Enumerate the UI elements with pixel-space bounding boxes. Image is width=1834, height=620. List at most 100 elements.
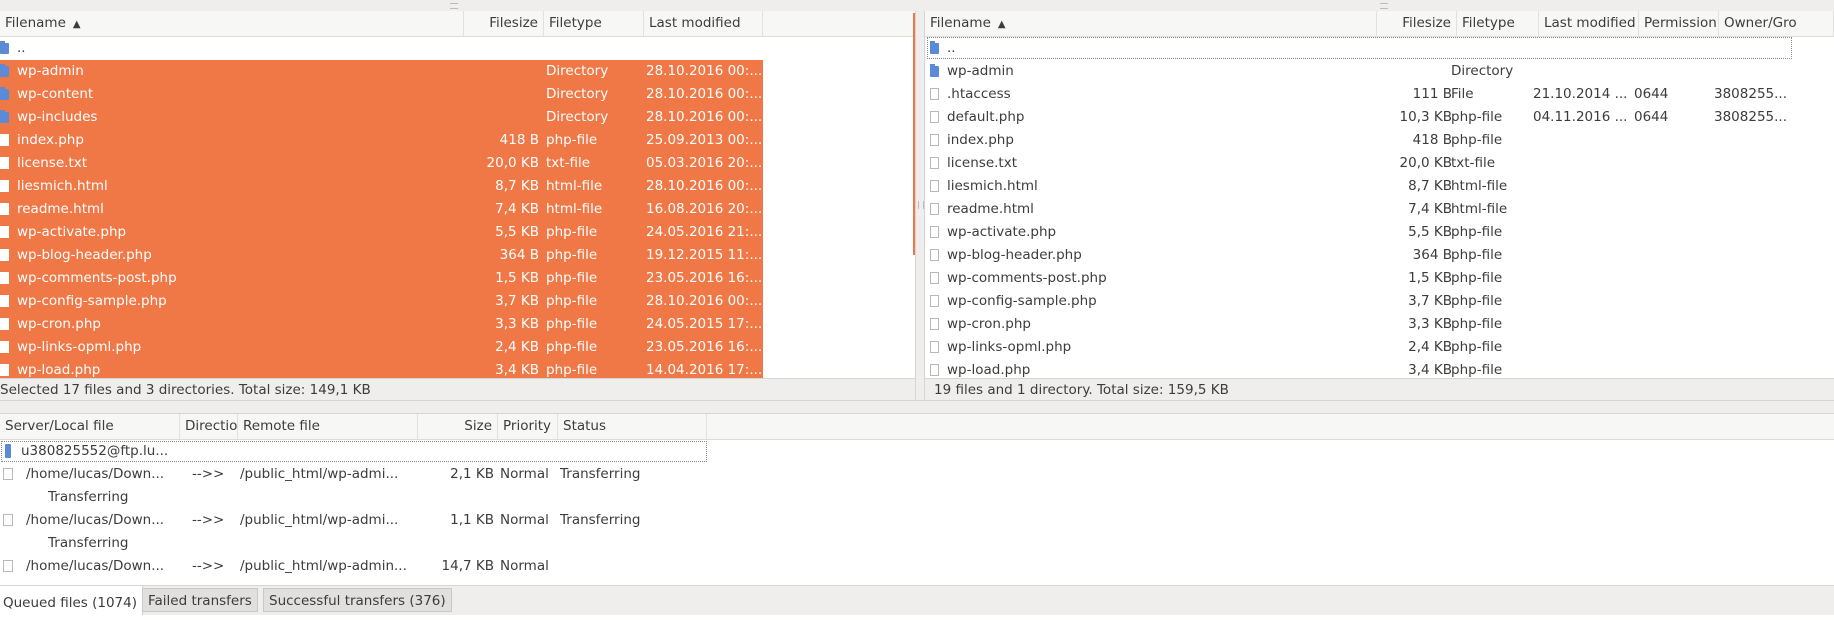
- queue-item-row[interactable]: /home/lucas/Down... -->> /public_html/wp-a…: [0, 509, 707, 532]
- file-icon: [930, 295, 939, 307]
- file-type: php-file: [1451, 247, 1503, 263]
- queue-col-status[interactable]: Status: [558, 414, 707, 439]
- remote-col-permissions[interactable]: Permission: [1639, 11, 1719, 36]
- remote-file-row[interactable]: license.txt 20,0 KB txt-file: [925, 152, 1834, 175]
- local-file-row[interactable]: wp-cron.php 3,3 KB php-file 24.05.2015 17:.…: [0, 313, 763, 336]
- remote-file-row[interactable]: wp-admin Directory: [925, 60, 1834, 83]
- queue-item-row[interactable]: /home/lucas/Down... -->> /public_html/wp-a…: [0, 463, 707, 486]
- remote-col-filesize[interactable]: Filesize: [1377, 11, 1457, 36]
- local-file-row[interactable]: liesmich.html 8,7 KB html-file 28.10.2016 0…: [0, 175, 763, 198]
- local-file-row[interactable]: license.txt 20,0 KB txt-file 05.03.2016 20:…: [0, 152, 763, 175]
- file-modified: 24.05.2015 17:...: [646, 316, 762, 332]
- remote-file-row[interactable]: readme.html 7,4 KB html-file: [925, 198, 1834, 221]
- local-file-row[interactable]: wp-activate.php 5,5 KB php-file 24.05.2016 …: [0, 221, 763, 244]
- queue-server-row[interactable]: u380825552@ftp.lu...: [0, 440, 707, 463]
- local-file-row[interactable]: wp-blog-header.php 364 B php-file 19.12.201…: [0, 244, 763, 267]
- remote-file-row[interactable]: wp-blog-header.php 364 Bphp-file: [925, 244, 1834, 267]
- file-modified: 23.05.2016 16:...: [646, 270, 762, 286]
- local-file-row[interactable]: wp-admin Directory 28.10.2016 00:...: [0, 60, 763, 83]
- folder-icon: [0, 41, 9, 54]
- remote-file-row[interactable]: wp-comments-post.php 1,5 KB php-file: [925, 267, 1834, 290]
- local-file-row[interactable]: ..: [0, 37, 915, 60]
- local-file-row[interactable]: readme.html 7,4 KB html-file 16.08.2016 20:…: [0, 198, 763, 221]
- file-type: php-file: [546, 270, 598, 286]
- queue-col-remote[interactable]: Remote file: [238, 414, 418, 439]
- file-type: php-file: [546, 316, 598, 332]
- file-name: wp-cron.php: [17, 316, 101, 332]
- file-type: php-file: [1451, 132, 1503, 148]
- file-name: wp-admin: [17, 63, 84, 79]
- local-file-row[interactable]: wp-config-sample.php 3,7 KB php-file 28.10.…: [0, 290, 763, 313]
- remote-file-list[interactable]: Filename ▲ Filesize Filetype Last modifie…: [925, 11, 1834, 378]
- local-col-filename[interactable]: Filename ▲: [0, 11, 464, 36]
- queue-col-server-local[interactable]: Server/Local file: [0, 414, 180, 439]
- file-owner: [1714, 152, 1824, 175]
- remote-rows: .. wp-admin Directory .htaccess 111 B File 21.…: [925, 37, 1834, 378]
- local-file-row[interactable]: wp-comments-post.php 1,5 KB php-file 23.05.…: [0, 267, 763, 290]
- queue-tabs: Queued files (1074) Failed transfers Suc…: [0, 585, 1834, 615]
- file-type: html-file: [546, 201, 603, 217]
- file-size: 2,4 KB: [495, 339, 539, 355]
- tab-successful-transfers[interactable]: Successful transfers (376): [263, 588, 452, 612]
- file-owner: [1714, 313, 1824, 336]
- file-name: wp-admin: [947, 63, 1014, 79]
- remote-col-last-modified[interactable]: Last modified: [1539, 11, 1639, 36]
- file-modified: 25.09.2013 00:...: [646, 132, 762, 148]
- folder-icon: [0, 64, 9, 77]
- remote-col-filetype[interactable]: Filetype: [1457, 11, 1539, 36]
- remote-file-row[interactable]: wp-links-opml.php 2,4 KB php-file: [925, 336, 1834, 359]
- focus-outline: [927, 37, 1792, 59]
- file-size: [464, 106, 539, 129]
- local-col-last-modified[interactable]: Last modified: [644, 11, 763, 36]
- file-modified: [1533, 152, 1638, 175]
- local-col-filesize[interactable]: Filesize: [464, 11, 544, 36]
- file-size: 20,0 KB: [1399, 155, 1452, 171]
- tab-queued-files[interactable]: Queued files (1074): [0, 586, 143, 615]
- queue-col-priority[interactable]: Priority: [498, 414, 558, 439]
- vertical-splitter[interactable]: [915, 11, 925, 400]
- file-permissions: [1634, 198, 1714, 221]
- local-file-row[interactable]: index.php 418 B php-file 25.09.2013 00:...: [0, 129, 763, 152]
- remote-file-row[interactable]: .htaccess 111 B File 21.10.2014 ... 0644 3808…: [925, 83, 1834, 106]
- file-name: wp-includes: [17, 109, 98, 125]
- remote-file-row[interactable]: liesmich.html 8,7 KB html-file: [925, 175, 1834, 198]
- queue-detail-status: Transferring: [48, 535, 129, 551]
- local-col-filetype[interactable]: Filetype: [544, 11, 644, 36]
- remote-file-row[interactable]: wp-load.php 3,4 KB php-file: [925, 359, 1834, 378]
- local-file-row[interactable]: wp-includes Directory 28.10.2016 00:...: [0, 106, 763, 129]
- file-name: index.php: [947, 132, 1014, 148]
- queue-item-row[interactable]: /home/lucas/Down... -->> /public_html/wp-a…: [0, 555, 707, 578]
- remote-file-row[interactable]: wp-cron.php 3,3 KB php-file: [925, 313, 1834, 336]
- remote-col-filename[interactable]: Filename ▲: [925, 11, 1377, 36]
- file-size: 418 B: [499, 132, 539, 148]
- file-name: wp-cron.php: [947, 316, 1031, 332]
- file-name: wp-links-opml.php: [947, 339, 1072, 355]
- local-file-row[interactable]: wp-content Directory 28.10.2016 00:...: [0, 83, 763, 106]
- tab-failed-transfers[interactable]: Failed transfers: [142, 588, 258, 612]
- remote-col-owner[interactable]: Owner/Gro: [1719, 11, 1834, 36]
- local-file-row[interactable]: wp-load.php 3,4 KB php-file 14.04.2016 17:.…: [0, 359, 763, 378]
- transfer-queue[interactable]: Server/Local file Directio Remote file S…: [0, 414, 1834, 584]
- file-name: ..: [17, 40, 26, 56]
- file-type: txt-file: [1451, 155, 1496, 171]
- queue-local-file: /home/lucas/Down...: [26, 558, 165, 574]
- file-name: default.php: [947, 109, 1025, 125]
- horizontal-splitter[interactable]: [0, 400, 1834, 414]
- queue-priority: Normal: [500, 512, 549, 528]
- remote-file-row[interactable]: wp-config-sample.php 3,7 KB php-file: [925, 290, 1834, 313]
- file-icon: [930, 203, 939, 215]
- file-permissions: 0644: [1634, 109, 1669, 125]
- queue-col-direction[interactable]: Directio: [180, 414, 238, 439]
- file-name: wp-config-sample.php: [947, 293, 1097, 309]
- queue-direction: -->>: [192, 558, 225, 574]
- local-file-list[interactable]: Filename ▲ Filesize Filetype Last modifie…: [0, 11, 915, 378]
- file-name: liesmich.html: [947, 178, 1038, 194]
- remote-file-row[interactable]: default.php 10,3 KB php-file 04.11.2016 ...…: [925, 106, 1834, 129]
- remote-file-row[interactable]: index.php 418 Bphp-file: [925, 129, 1834, 152]
- remote-file-row[interactable]: wp-activate.php 5,5 KB php-file: [925, 221, 1834, 244]
- file-icon: [930, 318, 939, 330]
- queue-col-size[interactable]: Size: [418, 414, 498, 439]
- file-icon: [0, 318, 9, 330]
- local-file-row[interactable]: wp-links-opml.php 2,4 KB php-file 23.05.201…: [0, 336, 763, 359]
- file-type: html-file: [1451, 178, 1508, 194]
